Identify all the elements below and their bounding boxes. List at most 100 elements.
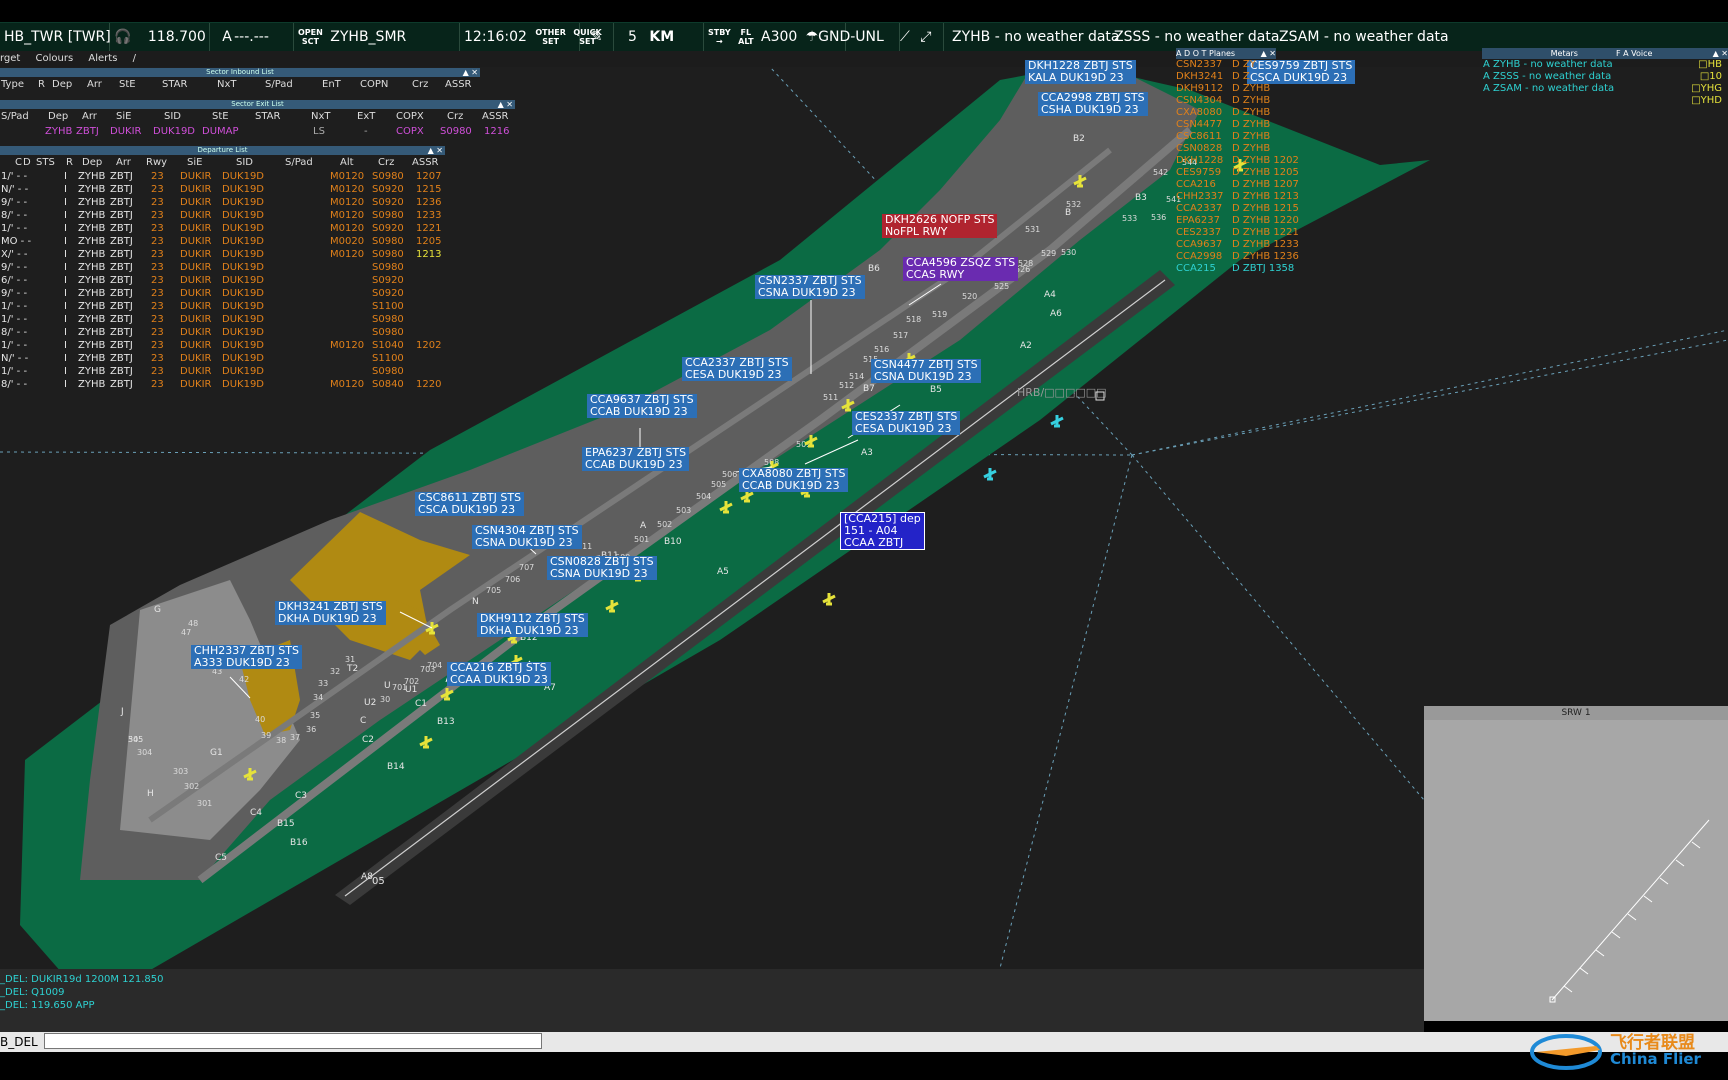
label-dkh2626[interactable]: DKH2626 NOFP STS NoFPL RWY — [882, 214, 998, 238]
sector-exit-row[interactable]: ZYHB ZBTJ DUKIR DUK19D DUMAP LS - COPX S… — [0, 125, 515, 138]
departure-row[interactable]: 1/' - - I ZYHB ZBTJ 23 DUKIR DUK19D S1100 — [0, 300, 445, 313]
close-icon[interactable]: ▲ ✕ — [498, 100, 513, 109]
voice-window[interactable]: F A Voice ▲ ✕ □HB □10 □YHG □YHD — [1613, 48, 1728, 107]
departure-list[interactable]: Departure List ▲ ✕ C D STS R Dep Arr Rwy … — [0, 146, 445, 391]
label-csn2337[interactable]: CSN2337 ZBTJ STS CSNA DUK19D 23 — [755, 275, 865, 299]
weather-zyhb[interactable]: ZYHB - no weather data — [948, 23, 1119, 51]
aircraft-target-icon[interactable] — [1050, 415, 1064, 428]
aircraft-target-icon[interactable] — [822, 593, 836, 606]
planes-row[interactable]: CHH2337 D ZYHB 1213 — [1176, 191, 1299, 203]
label-chh2337[interactable]: CHH2337 ZBTJ STS A333 DUK19D 23 — [191, 645, 302, 669]
open-sct-button[interactable]: OPEN SCT — [298, 28, 323, 46]
label-cca9637[interactable]: CCA9637 ZBTJ STS CCAB DUK19D 23 — [587, 394, 697, 418]
range-controls[interactable]: 5 KM — [614, 23, 704, 51]
departure-row[interactable]: N/' - - I ZYHB ZBTJ 23 DUKIR DUK19D M0120 S0920 1… — [0, 183, 445, 196]
label-cca4596[interactable]: CCA4596 ZSQZ STS CCAS RWY — [903, 257, 1019, 281]
planes-row[interactable]: CXA8080 D ZYHB — [1176, 107, 1276, 119]
level-filter[interactable]: GND-UNL — [806, 23, 896, 51]
departure-row[interactable]: 9/' - - I ZYHB ZBTJ 23 DUKIR DUK19D S0980 — [0, 261, 445, 274]
label-csn4304[interactable]: CSN4304 ZBTJ STS CSNA DUK19D 23 — [472, 525, 582, 549]
planes-row[interactable]: DKH3241 D Z — [1176, 71, 1276, 83]
planes-row[interactable]: CCA2337 D ZYHB 1215 — [1176, 203, 1299, 215]
stby-button[interactable]: STBY → — [708, 28, 731, 46]
planes-row[interactable]: CES9759 D ZYHB 1205 — [1176, 167, 1299, 179]
label-dkh9112[interactable]: DKH9112 ZBTJ STS DKHA DUK19D 23 — [477, 613, 588, 637]
secondary-frequency[interactable]: ---.--- — [210, 23, 294, 51]
departure-row[interactable]: MO - - I ZYHB ZBTJ 23 DUKIR DUK19D M0020 S0980 12… — [0, 235, 445, 248]
label-cxa8080[interactable]: CXA8080 ZBTJ STS CCAB DUK19D 23 — [739, 468, 849, 492]
departure-cell-arr: ZBTJ — [110, 379, 133, 390]
departure-row[interactable]: 8/' - - I ZYHB ZBTJ 23 DUKIR DUK19D S0980 — [0, 326, 445, 339]
close-icon[interactable]: ▲ ✕ — [463, 68, 478, 77]
ruler-icon[interactable]: ⟋ — [900, 29, 910, 45]
departure-row[interactable]: 8/' - - I ZYHB ZBTJ 23 DUKIR DUK19D M0120 S0980 1… — [0, 209, 445, 222]
sector-exit-title[interactable]: Sector Exit List ▲ ✕ — [0, 100, 515, 109]
sector-inbound-title[interactable]: Sector Inbound List ▲ ✕ — [0, 68, 480, 77]
planes-row[interactable]: CCA2998 D ZYHB 1236 — [1176, 251, 1299, 263]
label-cca215-selected[interactable]: [CCA215] dep 151 - A04 CCAA ZBTJ — [840, 512, 925, 550]
aircraft-target-icon[interactable] — [983, 468, 997, 481]
pen-icon[interactable]: ✎ — [580, 23, 614, 51]
label-dkh1228[interactable]: DKH1228 ZBTJ STS KALA DUK19D 23 — [1025, 60, 1136, 84]
label-dkh3241[interactable]: DKH3241 ZBTJ STS DKHA DUK19D 23 — [275, 601, 386, 625]
position-name[interactable]: HB_TWR [TWR] — [0, 23, 111, 51]
menu-colours[interactable]: Colours — [36, 53, 74, 64]
departure-row[interactable]: 9/' - - I ZYHB ZBTJ 23 DUKIR DUK19D S0920 — [0, 287, 445, 300]
srw-window[interactable]: SRW 1 — [1424, 706, 1728, 1021]
label-cca2998[interactable]: CCA2998 ZBTJ STS CSHA DUK19D 23 — [1038, 92, 1148, 116]
sector-exit-list[interactable]: Sector Exit List ▲ ✕ S/Pad Dep Arr SiE SI… — [0, 100, 515, 138]
departure-row[interactable]: 1/' - - I ZYHB ZBTJ 23 DUKIR DUK19D S0980 — [0, 365, 445, 378]
map-tools[interactable]: ⟋ ⤢ — [896, 23, 944, 51]
menu-target[interactable]: rget — [0, 53, 20, 64]
fl-alt-button[interactable]: FL ALT — [738, 28, 753, 46]
menu-alerts[interactable]: Alerts — [88, 53, 117, 64]
planes-row[interactable]: DKH1228 D ZYHB 1202 — [1176, 155, 1299, 167]
departure-row[interactable]: X/' - - I ZYHB ZBTJ 23 DUKIR DUK19D M0120 S0980 1… — [0, 248, 445, 261]
unit-toggle[interactable]: KM — [649, 29, 674, 45]
other-set-button[interactable]: OTHER SET — [535, 28, 566, 46]
departure-row[interactable]: 1/' - - I ZYHB ZBTJ 23 DUKIR DUK19D M0120 S0920 1… — [0, 222, 445, 235]
label-cca216[interactable]: CCA216 ZBTJ STS CCAA DUK19D 23 — [447, 662, 551, 686]
route-icon[interactable]: ⤢ — [920, 29, 931, 45]
departure-list-title[interactable]: Departure List ▲ ✕ — [0, 146, 445, 155]
planes-row[interactable]: EPA6237 D ZYHB 1220 — [1176, 215, 1299, 227]
planes-row[interactable]: CCA216 D ZYHB 1207 — [1176, 179, 1299, 191]
departure-row[interactable]: 1/' - - I ZYHB ZBTJ 23 DUKIR DUK19D M0120 S1040 1… — [0, 339, 445, 352]
label-cca2337[interactable]: CCA2337 ZBTJ STS CESA DUK19D 23 — [682, 357, 792, 381]
label-ces2337[interactable]: CES2337 ZBTJ STS CESA DUK19D 23 — [852, 411, 961, 435]
departure-cell-assr: 1207 — [416, 171, 442, 182]
planes-row[interactable]: CSN4477 D ZYHB — [1176, 119, 1276, 131]
departure-cell-sid: DUK19D — [222, 288, 265, 299]
label-csn4477[interactable]: CSN4477 ZBTJ STS CSNA DUK19D 23 — [871, 359, 981, 383]
departure-row[interactable]: 8/' - - I ZYHB ZBTJ 23 DUKIR DUK19D M0120 S0840 1… — [0, 378, 445, 391]
planes-row[interactable]: DKH9112 D ZYHB — [1176, 83, 1276, 95]
planes-row[interactable]: CES2337 D ZYHB 1221 — [1176, 227, 1299, 239]
planes-list[interactable]: A D O T Planes ▲ ✕ CSN2337 D ZY DKH3241 D ZD… — [1176, 48, 1299, 275]
planes-row[interactable]: CSN0828 D ZYHB — [1176, 143, 1276, 155]
label-csn0828[interactable]: CSN0828 ZBTJ STS CSNA DUK19D 23 — [547, 556, 657, 580]
sector-selector[interactable]: OPEN SCT ZYHB_SMR — [294, 23, 460, 51]
close-icon[interactable]: ▲ ✕ — [428, 146, 443, 155]
label-epa6237[interactable]: EPA6237 ZBTJ STS CCAB DUK19D 23 — [582, 447, 690, 471]
departure-row[interactable]: 6/' - - I ZYHB ZBTJ 23 DUKIR DUK19D S0920 — [0, 274, 445, 287]
departure-row[interactable]: 9/' - - I ZYHB ZBTJ 23 DUKIR DUK19D M0120 S0920 1… — [0, 196, 445, 209]
weather-zsam[interactable]: ZSAM - no weather data — [1275, 23, 1449, 51]
planes-title[interactable]: A D O T Planes ▲ ✕ — [1176, 48, 1276, 59]
departure-row[interactable]: N/' - - I ZYHB ZBTJ 23 DUKIR DUK19D S1100 — [0, 352, 445, 365]
voice-title[interactable]: F A Voice ▲ ✕ — [1613, 48, 1728, 59]
label-csc8611[interactable]: CSC8611 ZBTJ STS CSCA DUK19D 23 — [415, 492, 525, 516]
planes-row[interactable]: CSN2337 D ZY — [1176, 59, 1276, 71]
departure-row[interactable]: 1/' - - I ZYHB ZBTJ 23 DUKIR DUK19D M0120 S0980 1… — [0, 170, 445, 183]
command-input[interactable] — [44, 1033, 542, 1049]
planes-row[interactable]: CCA215 D ZBTJ 1358 — [1176, 263, 1294, 275]
planes-row[interactable]: CCA9637 D ZYHB 1233 — [1176, 239, 1299, 251]
planes-row[interactable]: CSC8611 D ZYHB — [1176, 131, 1276, 143]
menu-slash[interactable]: / — [133, 53, 136, 64]
srw-title[interactable]: SRW 1 — [1424, 706, 1728, 720]
planes-info: D ZYHB 1215 — [1232, 203, 1299, 214]
sector-inbound-list[interactable]: Sector Inbound List ▲ ✕ Type R Dep Arr St… — [0, 68, 480, 92]
planes-row[interactable]: CSN4304 D ZYHB — [1176, 95, 1276, 107]
primary-frequency[interactable]: 🎧 118.700 A — [110, 23, 232, 51]
departure-row[interactable]: 1/' - - I ZYHB ZBTJ 23 DUKIR DUK19D S0980 — [0, 313, 445, 326]
weather-zsss[interactable]: ZSSS - no weather data — [1110, 23, 1280, 51]
